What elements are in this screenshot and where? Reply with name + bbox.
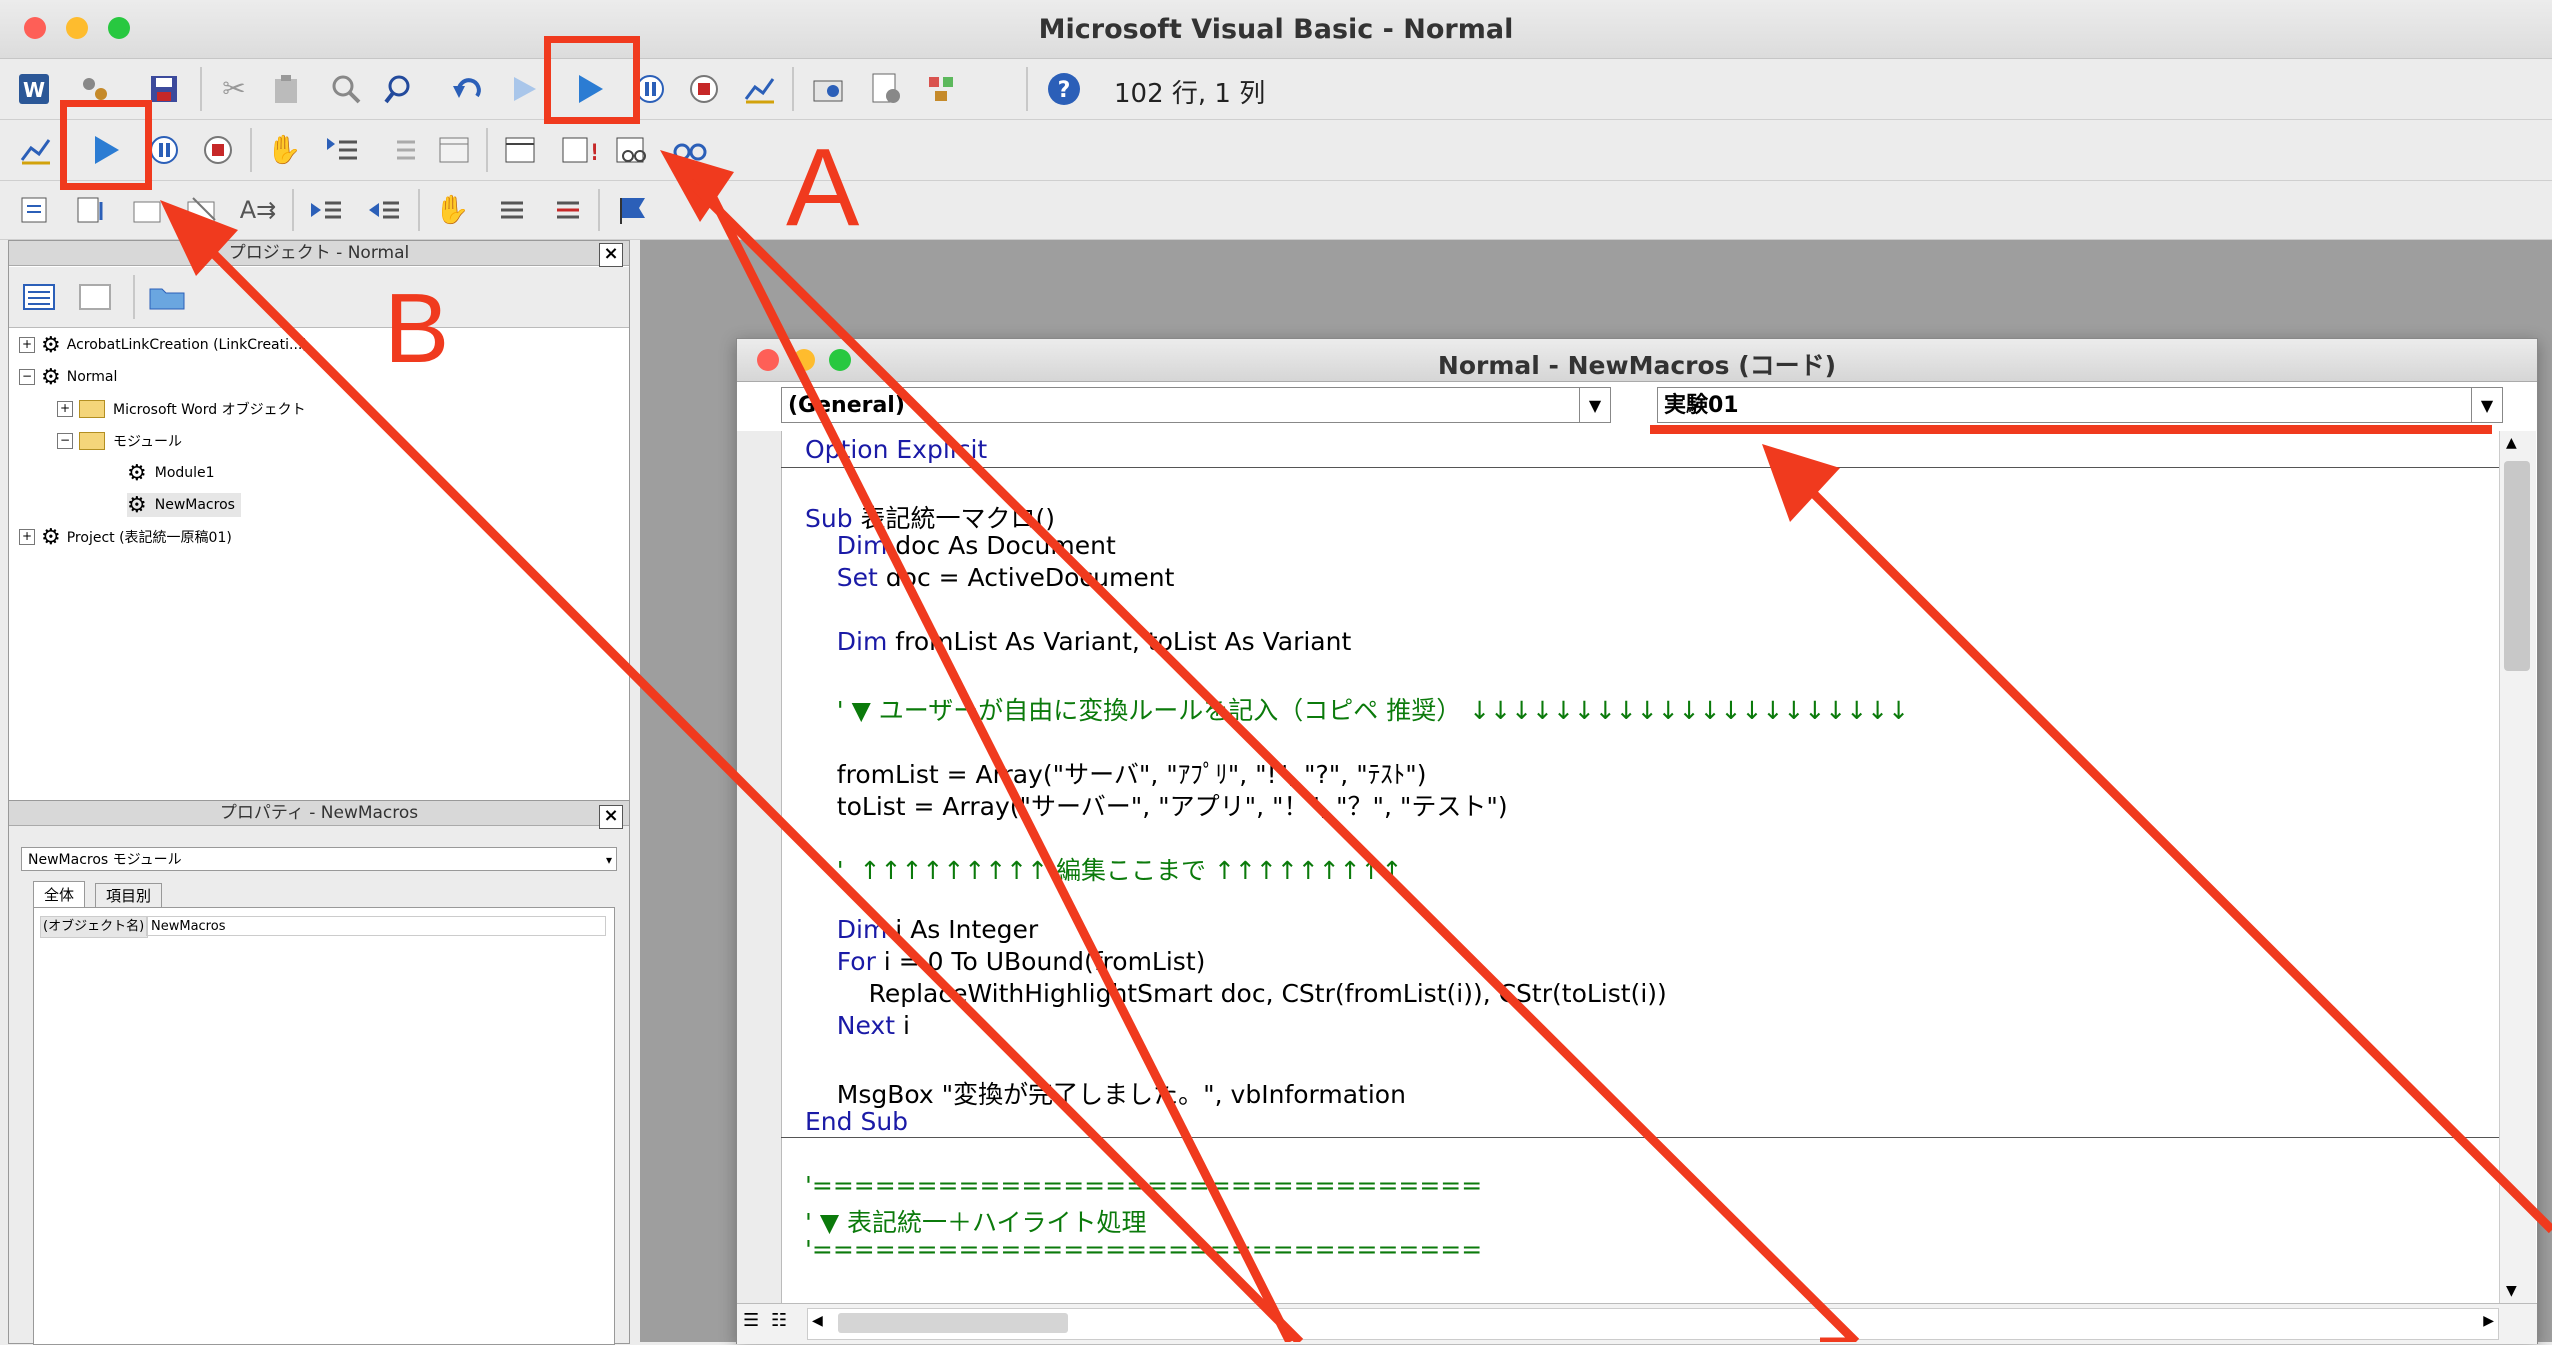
arrow-c-line: [1806, 486, 2552, 1234]
highlight-box-run-toolbar1: [544, 36, 640, 124]
arrow-a2-line: [686, 178, 1860, 1342]
arrow-a-line: [695, 169, 1295, 1342]
annotation-label-b: B: [384, 273, 450, 383]
annotation-overlay: [160, 150, 2552, 1342]
highlight-box-run-toolbar2: [60, 100, 152, 190]
arrow-b-line: [196, 236, 1304, 1342]
annotation-label-a: A: [786, 126, 860, 249]
dropdown-underline: [1650, 425, 2492, 434]
